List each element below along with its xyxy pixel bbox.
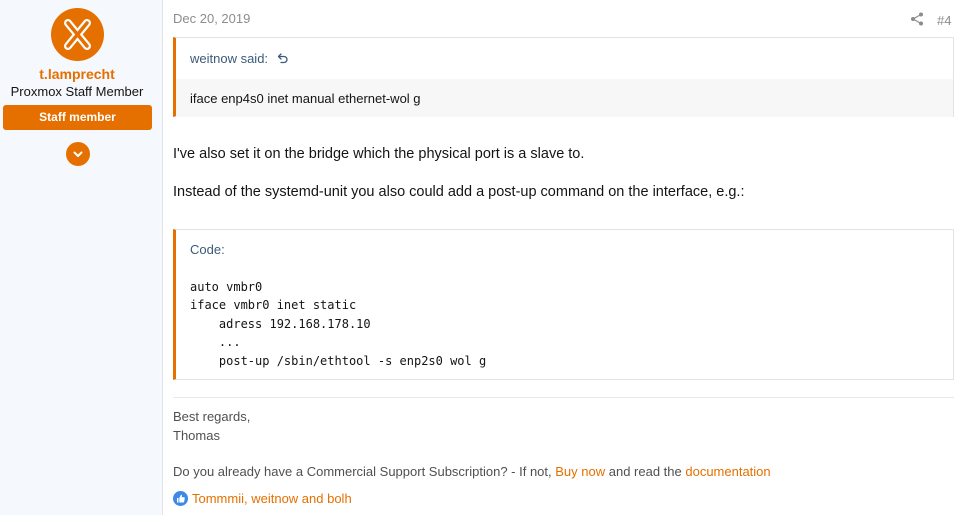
reactions-bar[interactable]: Tommmii, weitnow and bolh [173,491,352,506]
reactions-users[interactable]: Tommmii, weitnow and bolh [192,491,352,506]
share-icon[interactable] [910,12,924,26]
like-icon [173,491,188,506]
signature-support-line: Do you already have a Commercial Support… [173,464,771,479]
code-block: Code: auto vmbr0 iface vmbr0 inet static… [173,229,954,380]
expand-user-info-button[interactable] [66,142,90,166]
quote-header[interactable]: weitnow said: [190,51,289,66]
signature-line: Best regards, [173,409,251,424]
code-label: Code: [190,242,225,257]
signature-divider [173,397,954,398]
avatar[interactable] [51,8,104,61]
signature-line: Thomas [173,428,220,443]
quote-jump-icon[interactable] [277,52,289,64]
quote-text: iface enp4s0 inet manual ethernet-wol g [190,91,421,106]
post-paragraph: Instead of the systemd-unit you also cou… [173,184,745,200]
post-date[interactable]: Dec 20, 2019 [173,11,250,26]
code-content[interactable]: auto vmbr0 iface vmbr0 inet static adres… [190,278,486,370]
buy-now-link[interactable]: Buy now [555,464,605,479]
post-number-link[interactable]: #4 [937,13,951,28]
chevron-down-icon [73,151,83,157]
quote-author[interactable]: weitnow said: [190,51,268,66]
signature-text: and read the [605,464,686,479]
forum-post: t.lamprecht Proxmox Staff Member Staff m… [0,0,972,515]
quote-body: iface enp4s0 inet manual ethernet-wol g [176,79,953,117]
user-sidebar: t.lamprecht Proxmox Staff Member Staff m… [0,0,163,515]
post-paragraph: I've also set it on the bridge which the… [173,146,585,162]
quote-block: weitnow said: iface enp4s0 inet manual e… [173,37,954,117]
signature-text: Do you already have a Commercial Support… [173,464,556,479]
staff-badge: Staff member [3,105,152,130]
proxmox-x-logo-icon [64,19,91,50]
user-title: Proxmox Staff Member [10,84,144,99]
documentation-link[interactable]: documentation [685,464,770,479]
post-main: Dec 20, 2019 #4 weitnow said: iface enp4… [163,0,972,515]
username[interactable]: t.lamprecht [0,66,154,82]
